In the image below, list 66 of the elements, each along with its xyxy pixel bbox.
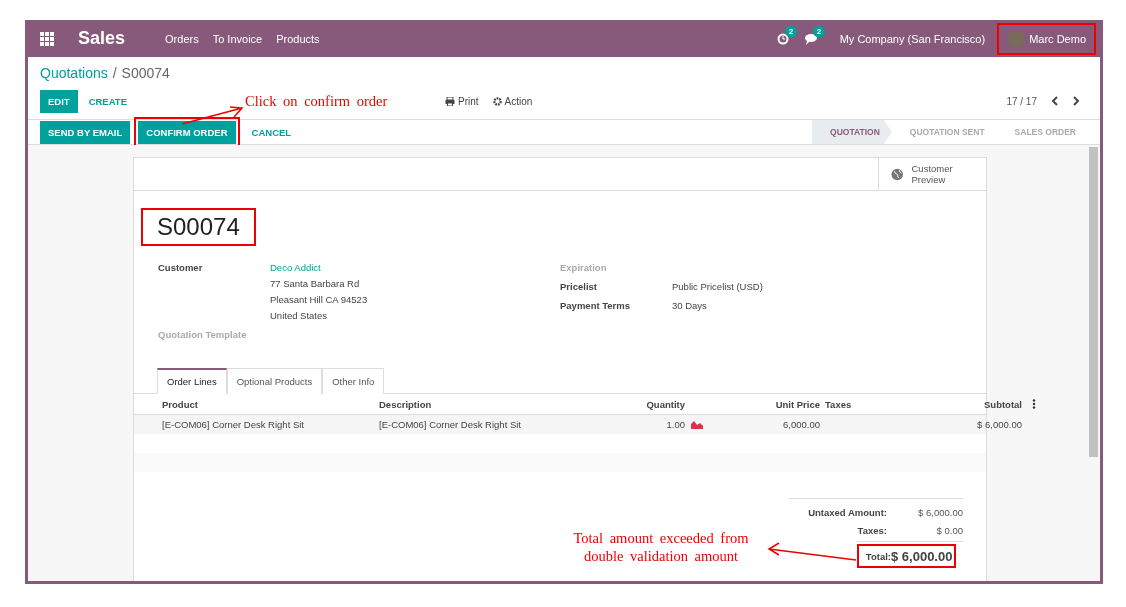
field-label: Pricelist	[560, 281, 598, 292]
message-count-badge: 2	[812, 25, 826, 37]
total-label: Taxes:	[856, 524, 887, 536]
column-header: Description	[379, 398, 433, 410]
field-value: Pleasant Hill CA 94523	[270, 294, 369, 305]
apps-menu-icon[interactable]	[40, 31, 54, 46]
field-value: 30 Days	[672, 300, 708, 311]
total-value: $ 0.00	[935, 524, 963, 536]
menu-item[interactable]: Products	[276, 32, 320, 45]
field-value: United States	[270, 310, 329, 321]
field-value: 77 Santa Barbara Rd	[270, 278, 361, 289]
gear-icon	[492, 96, 502, 106]
annotation-text: Click on confirm order	[245, 93, 388, 110]
form-tab[interactable]: Order Lines	[157, 368, 227, 394]
status-stage[interactable]: QUOTATION	[812, 120, 892, 144]
table-cell-text: [E-COM06] Corner Desk Right Sit	[162, 419, 305, 430]
table-cell-text: 6,000.00	[782, 419, 820, 430]
menu-item[interactable]: Orders	[165, 32, 199, 45]
column-header: Product	[162, 398, 199, 410]
create-button[interactable]: CREATE	[80, 89, 135, 113]
customer-preview-button[interactable]: Customer Preview	[878, 158, 986, 190]
total-label: Total:	[864, 550, 891, 562]
send-email-button[interactable]: SEND BY EMAIL	[40, 120, 131, 144]
total-value: $ 6,000.00	[917, 506, 963, 518]
breadcrumb-separator: /	[112, 65, 117, 81]
scrollbar[interactable]	[1089, 147, 1098, 457]
previous-icon[interactable]	[1051, 96, 1059, 106]
total-label: Untaxed Amount:	[807, 506, 887, 518]
next-icon[interactable]	[1072, 96, 1080, 106]
company-switcher[interactable]: My Company (San Francisco)	[839, 32, 986, 45]
printer-icon	[445, 96, 455, 106]
grand-total-value: $ 6,000.00	[891, 548, 953, 564]
menu-item[interactable]: To Invoice	[212, 32, 263, 45]
field-value: Public Pricelist (USD)	[672, 281, 764, 292]
print-button[interactable]: Print	[445, 95, 479, 107]
record-name: S00074	[156, 212, 241, 242]
breadcrumb-link[interactable]: Quotations	[40, 65, 108, 81]
customer-link[interactable]: Deco Addict	[270, 262, 560, 273]
confirm-order-button[interactable]: CONFIRM ORDER	[138, 120, 236, 144]
activity-count-badge: 2	[784, 25, 798, 37]
activity-icon[interactable]	[776, 32, 789, 45]
column-header: Unit Price	[774, 398, 820, 410]
column-header: Quantity	[645, 398, 685, 410]
table-cell-text: $ 6,000.00	[976, 419, 1022, 430]
globe-icon	[891, 167, 904, 181]
chat-icon[interactable]	[804, 32, 818, 45]
column-header: Subtotal	[983, 398, 1022, 410]
field-label: Customer	[158, 262, 204, 275]
field-label: Quotation Template	[158, 329, 248, 340]
column-header: Taxes	[824, 398, 853, 410]
table-cell-text: 1.00	[665, 419, 685, 430]
cancel-button[interactable]: CANCEL	[243, 120, 300, 144]
user-menu[interactable]: Marc Demo	[1001, 26, 1092, 51]
form-tab[interactable]: Optional Products	[226, 368, 323, 394]
table-cell-text: [E-COM06] Corner Desk Right Sit	[379, 419, 522, 430]
annotation-text: Total amount exceeded from double validation amount	[572, 529, 750, 566]
edit-button[interactable]: EDIT	[40, 89, 78, 113]
avatar	[1007, 29, 1026, 48]
action-button[interactable]: Action	[492, 95, 533, 107]
field-label: Payment Terms	[560, 300, 632, 311]
form-tab[interactable]: Other Info	[322, 368, 385, 394]
breadcrumb-current: S00074	[121, 65, 170, 81]
field-label: Expiration	[560, 262, 608, 273]
pager-value: 17 / 17	[1006, 95, 1037, 107]
app-title: Sales	[78, 28, 126, 49]
forecast-chart-icon[interactable]	[691, 420, 703, 429]
